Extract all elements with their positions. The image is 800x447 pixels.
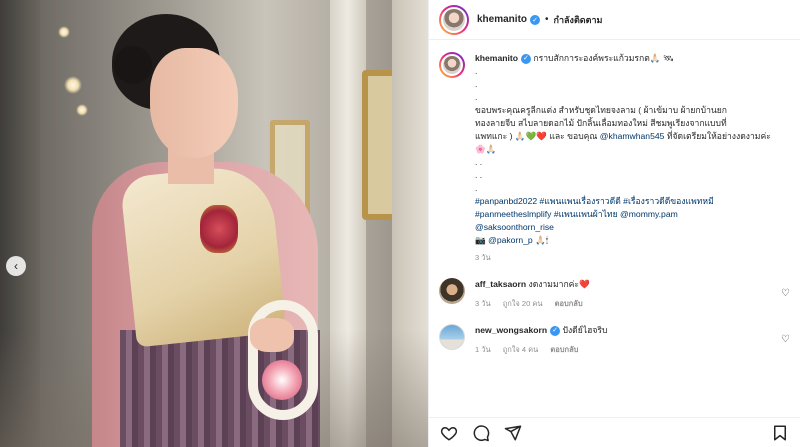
- heart-icon[interactable]: ♡: [781, 334, 790, 345]
- share-icon: [504, 425, 522, 440]
- background-lamp: [76, 104, 88, 116]
- following-button[interactable]: กำลังติดตาม: [554, 13, 603, 27]
- camera-icon: 📷: [475, 235, 486, 245]
- caption-line: .: [475, 66, 478, 76]
- comment-icon: [473, 424, 490, 441]
- avatar[interactable]: [439, 278, 465, 304]
- woman-face: [150, 48, 238, 158]
- caption-line: ทองลายจีบ สไบลายดอกไม้ ปักลิ้นเลื่อมทองใ…: [475, 118, 727, 128]
- caption-text: khemanito ✓ กราบสักการะองค์พระแก้วมรกต🙏🏻 …: [475, 52, 775, 264]
- caption-timestamp[interactable]: 3 วัน: [475, 251, 775, 264]
- reply-button[interactable]: ตอบกลับ: [555, 299, 583, 308]
- separator-dot: •: [545, 14, 549, 25]
- comment-text: ปังดีย์ไฮจริบ: [562, 325, 608, 335]
- hashtag-line: #panmeetheslmplify #แพนแพนผ้าไทย @mommy.…: [475, 208, 775, 221]
- caption-line: ขอบพระคุณครูลีกแต่ง สำหรับชุดไทยจงลาม ( …: [475, 105, 728, 115]
- post-photo[interactable]: ‹: [0, 0, 428, 447]
- hashtag-links[interactable]: #panpanbd2022 #แพนแพนเรื่องราวดีดี #เรื่…: [475, 195, 775, 208]
- comment-text: งดงามมากค่ะ❤️: [528, 279, 590, 289]
- caption-username[interactable]: khemanito: [475, 53, 518, 63]
- comments-scroll-area[interactable]: khemanito ✓ กราบสักการะองค์พระแก้วมรกต🙏🏻 …: [429, 40, 800, 417]
- comment-item: aff_taksaorn งดงามมากค่ะ❤️ 3 วัน ถูกใจ 2…: [439, 278, 790, 310]
- caption-line: .: [475, 183, 478, 193]
- avatar[interactable]: [439, 324, 465, 350]
- comment-body: new_wongsakorn ✓ ปังดีย์ไฮจริบ 1 วัน ถูกใ…: [475, 324, 765, 356]
- chevron-left-icon: ‹: [14, 259, 18, 273]
- woman-brooch: [200, 205, 238, 253]
- comment-body: aff_taksaorn งดงามมากค่ะ❤️ 3 วัน ถูกใจ 2…: [475, 278, 765, 310]
- caption-line: .: [475, 79, 478, 89]
- heart-icon[interactable]: ♡: [781, 288, 790, 299]
- instagram-post-view: ‹ khemanito ✓ • กำลังติดตาม khemanito ✓ ก…: [0, 0, 800, 447]
- comment-meta: 1 วัน ถูกใจ 4 คน ตอบกลับ: [475, 344, 765, 356]
- photographer-line: 📷 @pakorn_p 🙏🏻🕯: [475, 235, 549, 245]
- caption-line: . .: [475, 170, 483, 180]
- background-lamp: [58, 26, 70, 38]
- mention-link[interactable]: @saksoonthorn_rise: [475, 221, 775, 234]
- mention-link[interactable]: @khamwhan545: [600, 131, 665, 141]
- caption-line: แพทแกะ ) 🙏🏻💚❤️ และ ขอบคุณ @khamwhan545 ท…: [475, 131, 771, 154]
- comment-item: new_wongsakorn ✓ ปังดีย์ไฮจริบ 1 วัน ถูกใ…: [439, 324, 790, 356]
- comment-likes[interactable]: ถูกใจ 4 คน: [503, 345, 539, 354]
- caption-line: . .: [475, 157, 483, 167]
- caption-line: .: [475, 92, 478, 102]
- bookmark-icon: [774, 425, 786, 440]
- share-button[interactable]: [503, 423, 523, 443]
- post-side-panel: khemanito ✓ • กำลังติดตาม khemanito ✓ กรา…: [428, 0, 800, 447]
- reply-button[interactable]: ตอบกลับ: [550, 345, 578, 354]
- comment-username[interactable]: new_wongsakorn: [475, 325, 547, 335]
- caption: khemanito ✓ กราบสักการะองค์พระแก้วมรกต🙏🏻 …: [439, 52, 790, 264]
- carousel-prev-button[interactable]: ‹: [6, 256, 26, 276]
- woman-hands: [250, 318, 294, 352]
- avatar[interactable]: [439, 52, 465, 78]
- verified-icon: ✓: [550, 325, 561, 336]
- heart-icon: [440, 426, 458, 441]
- comment-time[interactable]: 1 วัน: [475, 345, 491, 354]
- action-bar: [429, 417, 800, 447]
- like-button[interactable]: [439, 423, 459, 443]
- comment-button[interactable]: [471, 423, 491, 443]
- background-lamp: [64, 76, 82, 94]
- mention-link[interactable]: @mommy.pam: [620, 209, 678, 219]
- author-username[interactable]: khemanito: [477, 14, 527, 25]
- comment-likes[interactable]: ถูกใจ 20 คน: [503, 299, 543, 308]
- avatar[interactable]: [439, 4, 469, 35]
- garland-flower: [262, 360, 302, 400]
- verified-icon: ✓: [530, 14, 541, 25]
- save-button[interactable]: [770, 423, 790, 443]
- mention-link[interactable]: @pakorn_p: [488, 235, 533, 245]
- hashtag-links[interactable]: #panmeetheslmplify #แพนแพนผ้าไทย: [475, 209, 618, 219]
- comment-username[interactable]: aff_taksaorn: [475, 279, 526, 289]
- verified-icon: ✓: [520, 53, 531, 64]
- comment-meta: 3 วัน ถูกใจ 20 คน ตอบกลับ: [475, 298, 765, 310]
- caption-title: กราบสักการะองค์พระแก้วมรกต🙏🏻 🛰: [533, 53, 674, 63]
- post-header: khemanito ✓ • กำลังติดตาม: [429, 0, 800, 40]
- woman-hair-bun: [114, 46, 152, 84]
- comment-time[interactable]: 3 วัน: [475, 299, 491, 308]
